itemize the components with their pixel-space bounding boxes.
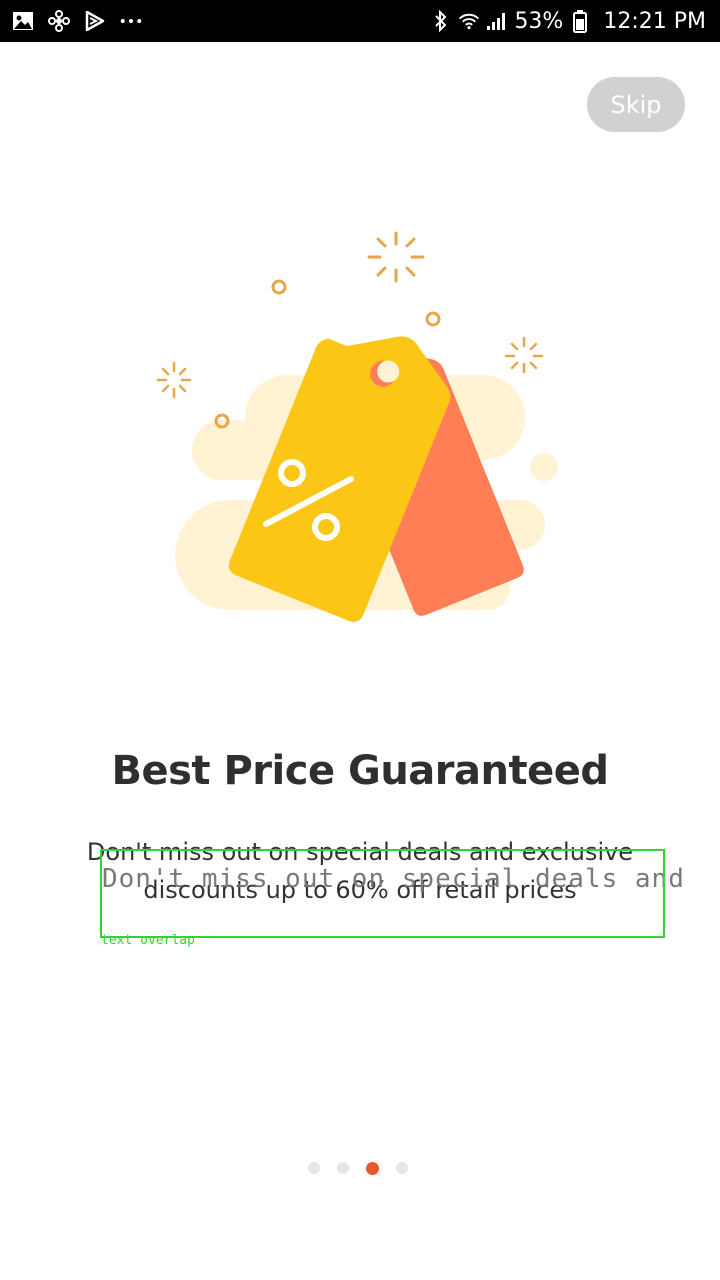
play-store-icon <box>84 10 106 32</box>
battery-icon <box>569 10 591 33</box>
wifi-icon <box>458 10 480 32</box>
overlap-highlight-box <box>100 849 665 938</box>
page-dot[interactable] <box>337 1162 349 1174</box>
price-tag-illustration <box>156 231 558 622</box>
battery-percent: 53% <box>514 8 564 34</box>
status-bar: 53% 12:21 PM <box>0 0 720 42</box>
sparkle-right-icon <box>504 336 544 374</box>
more-dots-icon <box>120 10 142 32</box>
skip-button[interactable]: Skip <box>587 77 685 132</box>
page-indicator <box>308 1161 408 1175</box>
overlap-label: text overlap <box>101 933 195 948</box>
bluetooth-icon <box>430 10 452 32</box>
ring-decoration <box>425 311 441 327</box>
status-clock: 12:21 PM <box>603 8 706 34</box>
status-bar-left <box>12 9 142 33</box>
sparkle-top-icon <box>367 231 425 283</box>
gallery-icon <box>12 10 34 32</box>
page-dot-active[interactable] <box>366 1161 379 1175</box>
page-dot[interactable] <box>396 1162 408 1174</box>
onboarding-title: Best Price Guaranteed <box>111 748 610 794</box>
ring-decoration <box>271 279 287 295</box>
sparkle-left-icon <box>156 361 192 399</box>
page-dot[interactable] <box>308 1162 320 1174</box>
signal-icon <box>486 10 508 32</box>
pinwheel-icon <box>48 10 70 32</box>
status-bar-right: 53% 12:21 PM <box>430 0 706 42</box>
